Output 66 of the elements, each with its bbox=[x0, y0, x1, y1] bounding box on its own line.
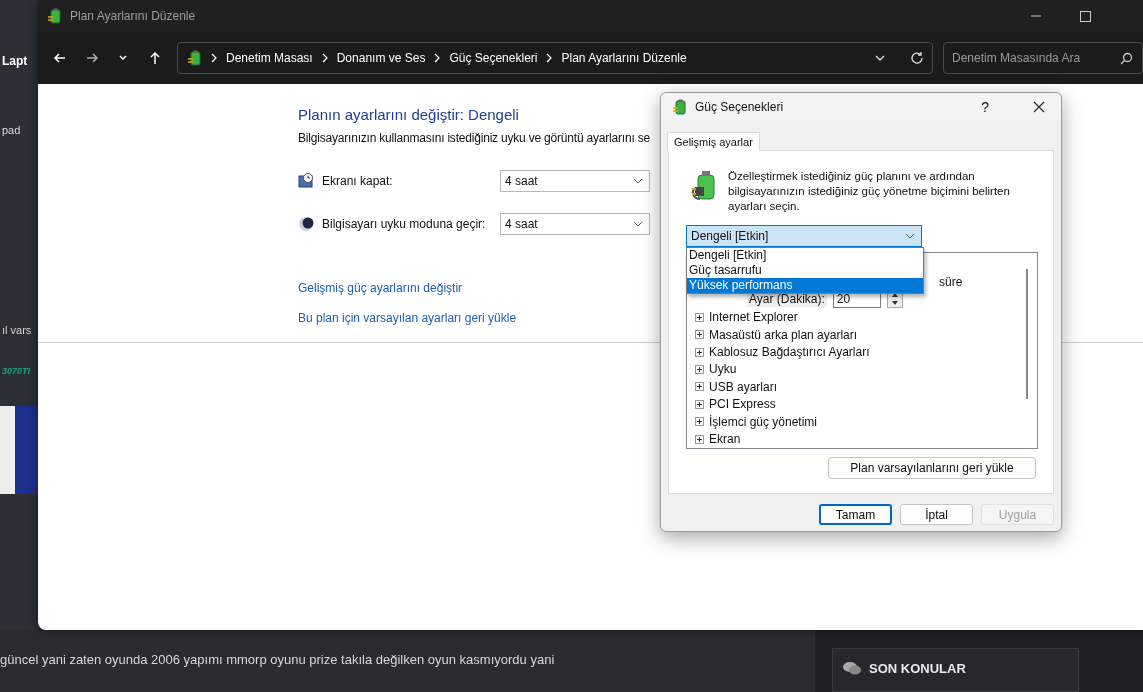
dropdown-option[interactable]: Yüksek performans bbox=[687, 278, 923, 293]
search-icon bbox=[1120, 52, 1134, 65]
dropdown-option[interactable]: Güç tasarrufu bbox=[687, 263, 923, 278]
search-field[interactable]: Denetim Masasında Ara bbox=[943, 42, 1143, 74]
time-dropdown[interactable]: 4 saat bbox=[500, 170, 650, 192]
dialog-description: Özelleştirmek istediğiniz güç planını ve ardından bilgisayarınızın istediğiniz güç yönetme biçimini belirten ayarları seçin. bbox=[728, 169, 1011, 214]
sidebar-heading: SON KONULAR bbox=[869, 661, 966, 676]
help-button[interactable]: ? bbox=[981, 99, 989, 115]
chevron-down-icon bbox=[633, 221, 643, 227]
window-title: Plan Ayarlarını Düzenle bbox=[70, 9, 196, 23]
post-text: güncel yani zaten oyunda 2006 yapımı mmorp oyunu prize takıla değilken oyun kasmıyordu yani bbox=[0, 651, 556, 669]
chevron-right-icon bbox=[320, 53, 329, 63]
text-fragment: ıl vars bbox=[1, 324, 33, 336]
setting-label: Bilgisayarı uyku moduna geçir: bbox=[322, 217, 487, 231]
tab[interactable]: Gelişmiş ayarlar bbox=[667, 132, 760, 151]
moon-icon bbox=[298, 216, 314, 232]
close-icon[interactable] bbox=[1033, 101, 1045, 113]
power-plan-icon bbox=[186, 50, 202, 66]
address-bar[interactable]: Denetim Masası Donanım ve Ses Güç Seçenekleri Plan Ayarlarını Düzenle bbox=[177, 42, 934, 74]
scrollbar-thumb[interactable] bbox=[1026, 269, 1028, 399]
text-fragment: 3070TI bbox=[1, 366, 32, 376]
breadcrumb-link[interactable]: Denetim Masası bbox=[226, 51, 313, 65]
chevron-right-icon bbox=[433, 53, 442, 63]
expand-icon[interactable] bbox=[695, 330, 704, 340]
page-description: Bilgisayarınızın kullanmasını istediğiniz uyku ve görüntü ayarlarını se bbox=[298, 131, 650, 145]
expand-icon[interactable] bbox=[695, 312, 704, 322]
expand-icon[interactable] bbox=[695, 399, 704, 409]
power-plan-icon bbox=[46, 8, 62, 24]
expand-icon[interactable] bbox=[695, 417, 704, 427]
tree-item[interactable]: Internet Explorer bbox=[709, 310, 798, 325]
text-fragment: pad bbox=[1, 124, 22, 136]
expand-icon[interactable] bbox=[695, 364, 704, 374]
dialog-title: Güç Seçenekleri bbox=[695, 100, 784, 114]
tree-item[interactable]: İşlemci güç yönetimi bbox=[709, 414, 818, 429]
setting-label: Ekranı kapat: bbox=[322, 174, 394, 188]
breadcrumb-link[interactable]: Güç Seçenekleri bbox=[449, 51, 538, 65]
chevron-right-icon bbox=[545, 53, 554, 63]
time-dropdown[interactable]: 4 saat bbox=[500, 213, 650, 235]
dropdown-option[interactable]: Dengeli [Etkin] bbox=[687, 248, 923, 263]
settings-link[interactable]: Bu plan için varsayılan ayarları geri yükle bbox=[298, 311, 517, 325]
tree-item[interactable]: PCI Express bbox=[709, 397, 776, 412]
chevron-down-icon bbox=[633, 178, 643, 184]
chat-bubbles-icon bbox=[843, 661, 861, 676]
tree-item[interactable]: Ekran bbox=[709, 432, 741, 447]
maximize-icon[interactable] bbox=[1080, 10, 1091, 22]
expand-icon[interactable] bbox=[695, 382, 704, 392]
refresh-icon[interactable] bbox=[910, 51, 925, 65]
tree-item[interactable]: Masaüstü arka plan ayarları bbox=[709, 327, 858, 342]
monitor-clock-icon bbox=[298, 173, 314, 189]
restore-defaults-button[interactable]: Plan varsayılanlarını geri yükle bbox=[828, 457, 1036, 479]
dialog-button[interactable]: Tamam bbox=[819, 504, 892, 525]
breadcrumb-link[interactable]: Donanım ve Ses bbox=[336, 51, 426, 65]
breadcrumb-link[interactable]: Plan Ayarlarını Düzenle bbox=[561, 51, 687, 65]
settings-link[interactable]: Gelişmiş güç ayarlarını değiştir bbox=[298, 281, 463, 295]
text-fragment: Lapt bbox=[1, 54, 29, 68]
dialog-button[interactable]: İptal bbox=[900, 504, 973, 525]
expand-icon[interactable] bbox=[695, 434, 704, 444]
page-title: Planın ayarlarını değiştir: Dengeli bbox=[298, 106, 519, 123]
chevron-right-icon bbox=[210, 53, 218, 63]
tree-text: süre bbox=[939, 274, 963, 289]
tree-item[interactable]: USB ayarları bbox=[709, 379, 778, 394]
expand-icon[interactable] bbox=[695, 347, 704, 357]
tree-item[interactable]: Kablosuz Bağdaştırıcı Ayarları bbox=[709, 345, 870, 360]
chevron-down-icon bbox=[905, 233, 915, 239]
power-plan-icon bbox=[671, 99, 687, 115]
tree-item[interactable]: Uyku bbox=[709, 362, 737, 377]
